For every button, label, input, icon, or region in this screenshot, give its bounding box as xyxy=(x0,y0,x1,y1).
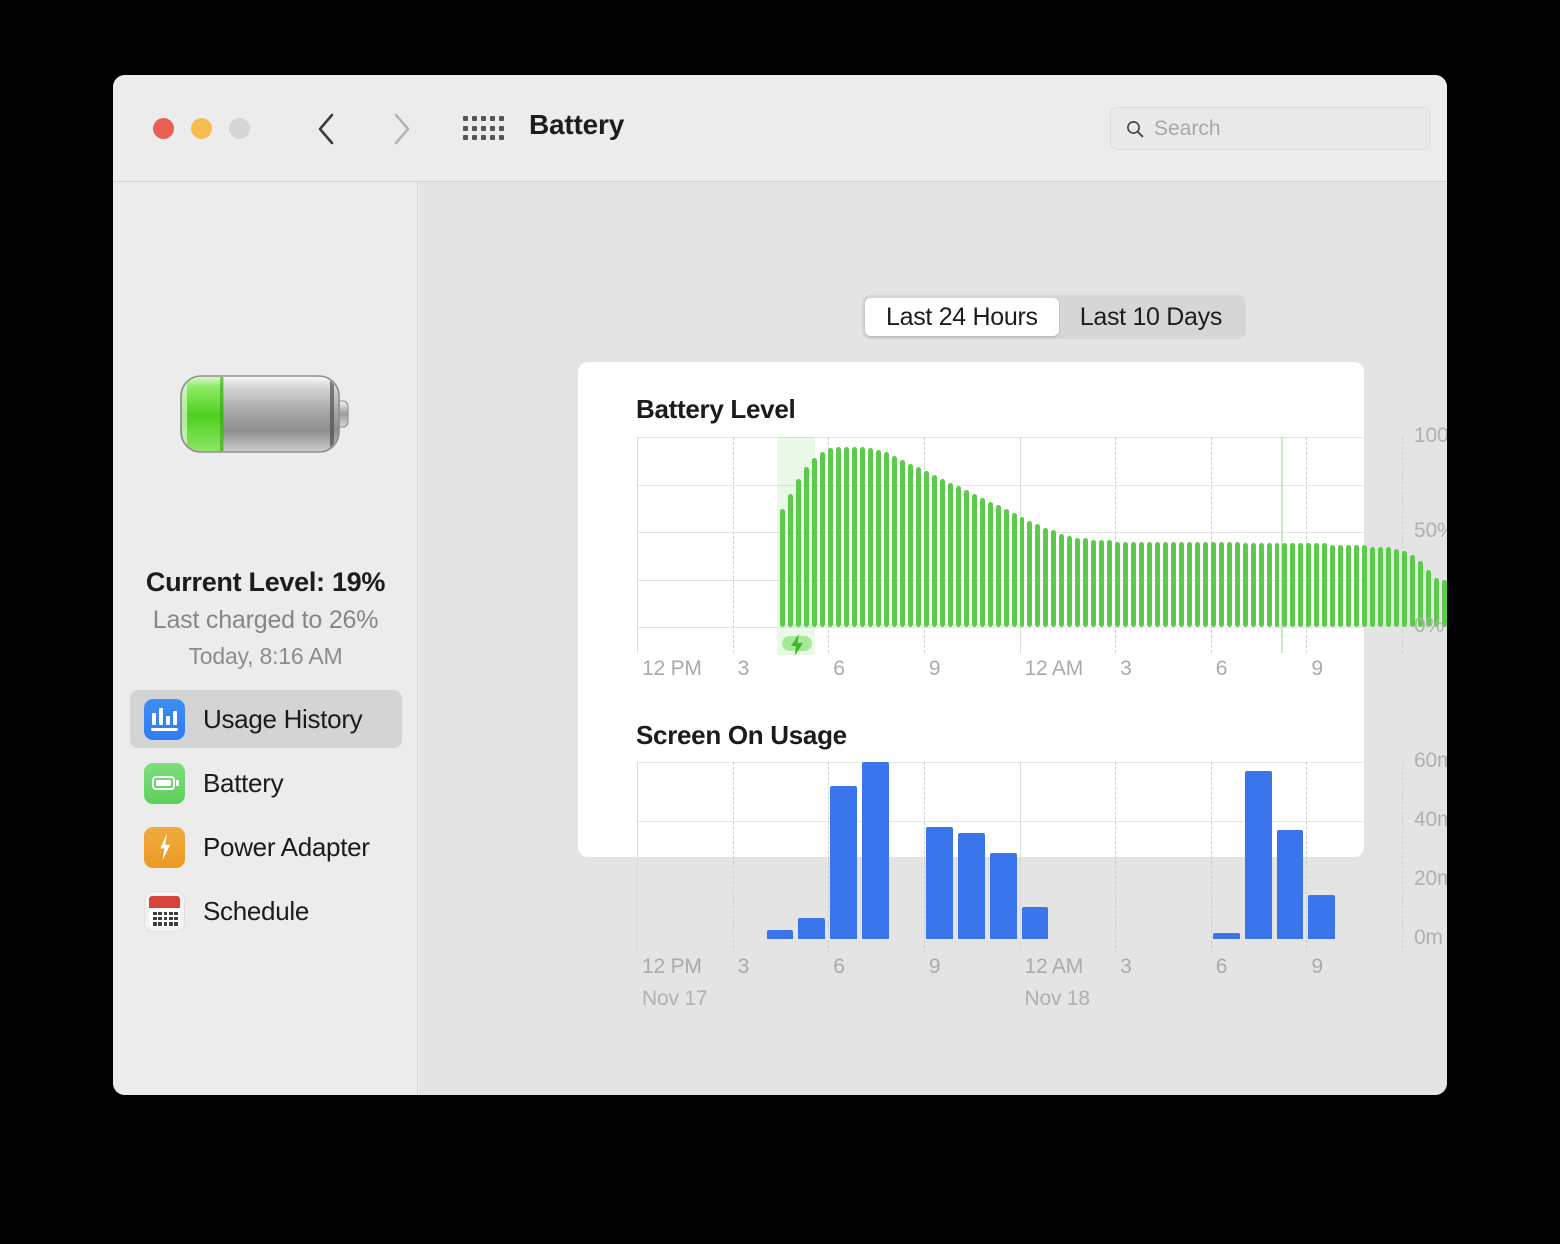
usage-charts-card: Battery Level 0%50%100%12 PM36912 AM369 … xyxy=(578,362,1447,1010)
search-icon xyxy=(1127,120,1144,137)
battery-level-bar xyxy=(1378,547,1384,627)
screen-on-usage-bar xyxy=(1021,906,1049,939)
x-axis-tick-label: 9 xyxy=(928,955,941,978)
window-titlebar: Battery xyxy=(113,75,1447,182)
axis-right-line xyxy=(1402,762,1403,953)
tab-last-10-days[interactable]: Last 10 Days xyxy=(1059,298,1243,336)
axis-tick-line xyxy=(1020,762,1021,953)
axis-tick-line xyxy=(924,762,925,953)
screen-on-usage-bar xyxy=(798,918,826,939)
battery-level-bar xyxy=(1370,547,1376,627)
battery-level-bar xyxy=(1386,547,1392,627)
x-axis-date-label: Nov 17 xyxy=(642,987,708,1010)
y-axis-tick-label: 40m xyxy=(1414,808,1447,831)
time-range-segmented-control[interactable]: Last 24 Hours Last 10 Days xyxy=(862,295,1247,339)
forward-button[interactable] xyxy=(385,111,419,147)
chevron-right-icon xyxy=(394,113,410,145)
y-axis-tick-label: 100% xyxy=(1414,424,1447,447)
sidebar: Current Level: 19% Last charged to 26% T… xyxy=(113,182,418,1095)
show-all-preferences-icon[interactable] xyxy=(463,116,505,142)
y-axis-tick-label: 50% xyxy=(1414,519,1447,542)
sidebar-item-power-adapter[interactable]: Power Adapter xyxy=(130,818,402,876)
sidebar-item-schedule[interactable]: Schedule xyxy=(130,882,402,940)
axis-tick-line xyxy=(637,762,638,953)
sidebar-item-battery[interactable]: Battery xyxy=(130,754,402,812)
sidebar-item-label: Schedule xyxy=(203,895,310,926)
x-axis-tick-label: 12 PM xyxy=(642,955,702,978)
screen-on-usage-bar xyxy=(1308,894,1336,939)
search-field[interactable] xyxy=(1110,107,1430,150)
battery-icon xyxy=(144,762,185,804)
axis-tick-line xyxy=(733,762,734,953)
battery-level-bar xyxy=(1394,549,1399,627)
minimize-window-button[interactable] xyxy=(191,118,212,139)
x-axis-tick-label: 9 xyxy=(1311,955,1323,978)
screen-on-usage-bar xyxy=(862,762,889,939)
battery-level-bar xyxy=(1402,551,1407,627)
battery-status-text: Current Level: 19% Last charged to 26% T… xyxy=(113,567,418,670)
search-input[interactable] xyxy=(1154,116,1394,141)
chevron-left-icon xyxy=(318,113,334,145)
axis-tick-line xyxy=(828,762,829,953)
y-axis-tick-label: 0% xyxy=(1414,614,1444,637)
axis-tick-line xyxy=(1115,762,1116,953)
last-charged-time-label: Today, 8:16 AM xyxy=(188,643,343,669)
page-title: Battery xyxy=(529,109,625,140)
schedule-icon xyxy=(144,890,185,932)
sidebar-item-usage-history[interactable]: Usage History xyxy=(130,690,402,748)
x-axis-tick-label: 3 xyxy=(1120,955,1132,978)
y-axis-tick-label: 60m xyxy=(1414,749,1447,772)
tab-last-24-hours[interactable]: Last 24 Hours xyxy=(865,298,1059,336)
screen-on-usage-bar xyxy=(1276,829,1304,939)
axis-tick-line xyxy=(1211,762,1212,953)
zoom-window-button[interactable] xyxy=(229,118,250,139)
sidebar-item-label: Power Adapter xyxy=(203,831,370,862)
screen-on-usage-chart: 0m 20m 40m 60m 12 PM 3 6 9 12 AM 3 6 9 Nov 17 Nov 18 xyxy=(578,362,1447,1010)
screen-on-usage-bar xyxy=(1244,770,1272,939)
last-charged-label: Last charged to 26% xyxy=(152,606,379,634)
power-adapter-icon xyxy=(144,826,185,868)
screen-on-usage-bar xyxy=(957,832,985,939)
battery-preferences-window: Battery Search Current Level: 19% Last c… xyxy=(113,75,1447,1095)
screen-on-usage-bar xyxy=(925,826,953,939)
sidebar-item-label: Usage History xyxy=(203,703,363,734)
x-axis-tick-label: 6 xyxy=(1215,955,1228,978)
battery-status-glyph xyxy=(180,375,349,453)
main-content: Last 24 Hours Last 10 Days Battery Level… xyxy=(419,182,1447,1095)
x-axis-tick-label: 3 xyxy=(737,955,750,978)
close-window-button[interactable] xyxy=(153,118,174,139)
screen-on-usage-bar xyxy=(766,930,794,939)
x-axis-tick-label: 12 AM xyxy=(1024,955,1084,978)
y-axis-tick-label: 0m xyxy=(1414,926,1443,949)
screen-on-usage-bar xyxy=(989,853,1017,939)
y-axis-tick-label: 20m xyxy=(1414,867,1447,890)
sidebar-item-label: Battery xyxy=(203,767,284,798)
sidebar-nav-list: Usage History Battery Power Adapter Sche… xyxy=(130,690,402,946)
x-axis-tick-label: 6 xyxy=(833,955,845,978)
axis-tick-line xyxy=(1306,762,1307,953)
back-button[interactable] xyxy=(309,111,343,147)
x-axis-date-label: Nov 18 xyxy=(1024,987,1091,1010)
screen-on-usage-bar xyxy=(830,785,858,939)
usage-history-icon xyxy=(144,698,185,740)
screen-on-usage-bar xyxy=(1212,933,1240,939)
current-level-label: Current Level: 19% xyxy=(145,567,386,597)
